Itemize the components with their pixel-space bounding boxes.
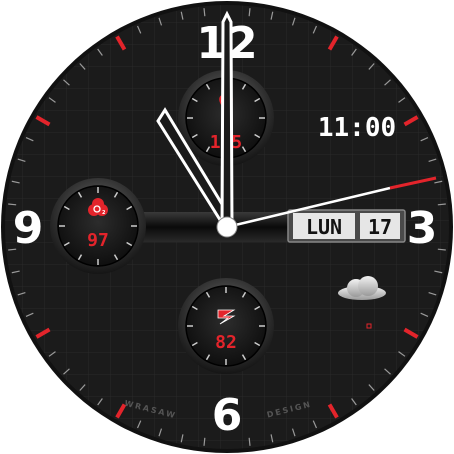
energy-value: 82 (215, 332, 237, 353)
numeral-9: 9 (13, 203, 44, 254)
date-day: LUN (306, 215, 342, 239)
minute-tick (203, 8, 206, 17)
oxygen-subdial[interactable]: 2 97 (50, 178, 146, 274)
minute-tick (248, 8, 251, 17)
oxygen-value: 97 (87, 230, 109, 251)
date-number: 17 (368, 215, 392, 239)
watch-screen: 12 3 6 9 11:00 LUN 17 115 2 97 (0, 0, 454, 454)
digital-time: 11:00 (318, 113, 396, 143)
date-window[interactable]: LUN 17 (287, 209, 406, 243)
numeral-6: 6 (212, 390, 243, 441)
minute-tick (437, 203, 446, 206)
energy-subdial[interactable]: 82 (178, 278, 274, 374)
svg-text:2: 2 (102, 210, 106, 216)
numeral-3: 3 (407, 203, 438, 254)
minute-hand (220, 10, 234, 230)
minute-tick (248, 437, 251, 446)
minute-tick (203, 437, 206, 446)
minute-tick (437, 248, 446, 251)
watch-face: 12 3 6 9 11:00 LUN 17 115 2 97 (1, 1, 453, 453)
center-cap (216, 216, 238, 238)
